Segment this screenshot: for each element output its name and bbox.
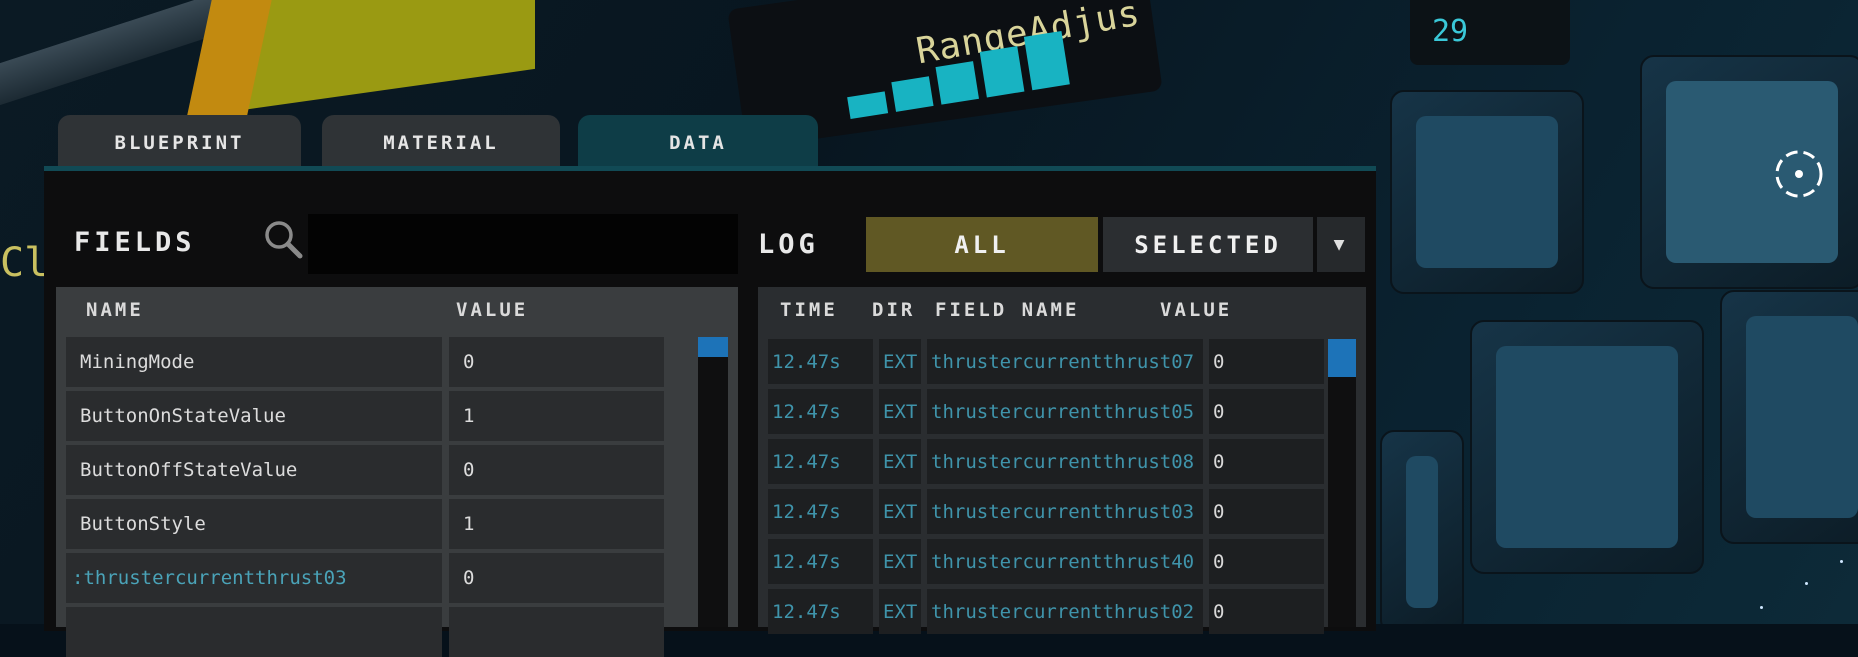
log-title: LOG	[758, 229, 819, 260]
fields-search-input[interactable]	[308, 214, 738, 274]
log-time: 12.47s	[768, 389, 873, 434]
field-value[interactable]: 0	[449, 337, 664, 387]
field-value-partial[interactable]	[449, 607, 664, 657]
chevron-down-icon: ▼	[1333, 234, 1349, 255]
log-scrollbar-thumb[interactable]	[1328, 339, 1356, 377]
column-header-dir[interactable]: DIR	[872, 299, 915, 321]
button-tile	[1380, 430, 1464, 624]
log-scrollbar[interactable]	[1328, 339, 1356, 627]
log-dir: EXT	[879, 589, 921, 634]
field-name: ButtonOffStateValue	[66, 445, 442, 495]
tab-data[interactable]: DATA	[578, 115, 818, 170]
log-time: 12.47s	[768, 489, 873, 534]
log-field-name: thrustercurrentthrust03	[927, 489, 1203, 534]
log-filter-selected-button[interactable]: SELECTED	[1103, 217, 1313, 272]
column-header-value[interactable]: VALUE	[456, 299, 528, 321]
field-name: MiningMode	[66, 337, 442, 387]
log-dir: EXT	[879, 539, 921, 584]
log-field-name: thrustercurrentthrust08	[927, 439, 1203, 484]
range-bar	[1023, 30, 1070, 91]
log-dir: EXT	[879, 339, 921, 384]
scene-partial-text: Cl	[0, 240, 49, 286]
log-value: 0	[1209, 489, 1324, 534]
log-filter-dropdown-button[interactable]: ▼	[1317, 217, 1365, 272]
fields-scrollbar-thumb[interactable]	[698, 337, 728, 357]
log-value: 0	[1209, 389, 1324, 434]
star	[1805, 582, 1808, 585]
field-name: ButtonStyle	[66, 499, 442, 549]
range-bar	[891, 76, 934, 112]
button-tile	[1640, 55, 1858, 289]
column-header-value[interactable]: VALUE	[1160, 299, 1232, 321]
log-field-name: thrustercurrentthrust05	[927, 389, 1203, 434]
column-header-field-name[interactable]: FIELD NAME	[935, 299, 1079, 321]
field-value[interactable]: 0	[449, 553, 664, 603]
fields-table-header: NAME VALUE	[56, 287, 738, 331]
log-dir: EXT	[879, 389, 921, 434]
log-dir: EXT	[879, 439, 921, 484]
star	[1760, 606, 1763, 609]
log-field-name: thrustercurrentthrust40	[927, 539, 1203, 584]
fields-scrollbar[interactable]	[698, 337, 728, 627]
log-value: 0	[1209, 439, 1324, 484]
field-name-partial	[66, 607, 442, 657]
column-header-name[interactable]: NAME	[86, 299, 144, 321]
field-value[interactable]: 0	[449, 445, 664, 495]
crosshair-icon	[1775, 150, 1823, 198]
log-value: 0	[1209, 539, 1324, 584]
log-time: 12.47s	[768, 339, 873, 384]
range-bar	[979, 46, 1025, 98]
log-table: TIME DIR FIELD NAME VALUE 12.47s EXT thr…	[758, 287, 1366, 634]
log-dir: EXT	[879, 489, 921, 534]
log-filter-all-button[interactable]: ALL	[866, 217, 1098, 272]
field-name: :thrustercurrentthrust03	[66, 553, 442, 603]
column-header-time[interactable]: TIME	[780, 299, 838, 321]
readout-value: 29	[1432, 14, 1469, 49]
log-value: 0	[1209, 589, 1324, 634]
button-tile	[1390, 90, 1584, 294]
field-value[interactable]: 1	[449, 391, 664, 441]
field-name: ButtonOnStateValue	[66, 391, 442, 441]
fields-table: NAME VALUE MiningMode 0 ButtonOnStateVal…	[56, 287, 738, 657]
log-field-name: thrustercurrentthrust02	[927, 589, 1203, 634]
log-time: 12.47s	[768, 589, 873, 634]
button-tile	[1720, 290, 1858, 544]
log-time: 12.47s	[768, 439, 873, 484]
search-icon	[265, 221, 303, 259]
log-time: 12.47s	[768, 539, 873, 584]
range-bar	[935, 61, 979, 105]
log-value: 0	[1209, 339, 1324, 384]
star	[1840, 560, 1843, 563]
log-field-name: thrustercurrentthrust07	[927, 339, 1203, 384]
field-value[interactable]: 1	[449, 499, 664, 549]
button-tile	[1470, 320, 1704, 574]
tab-blueprint[interactable]: BLUEPRINT	[58, 115, 301, 170]
fields-title: FIELDS	[74, 227, 196, 258]
tab-material[interactable]: MATERIAL	[322, 115, 560, 170]
